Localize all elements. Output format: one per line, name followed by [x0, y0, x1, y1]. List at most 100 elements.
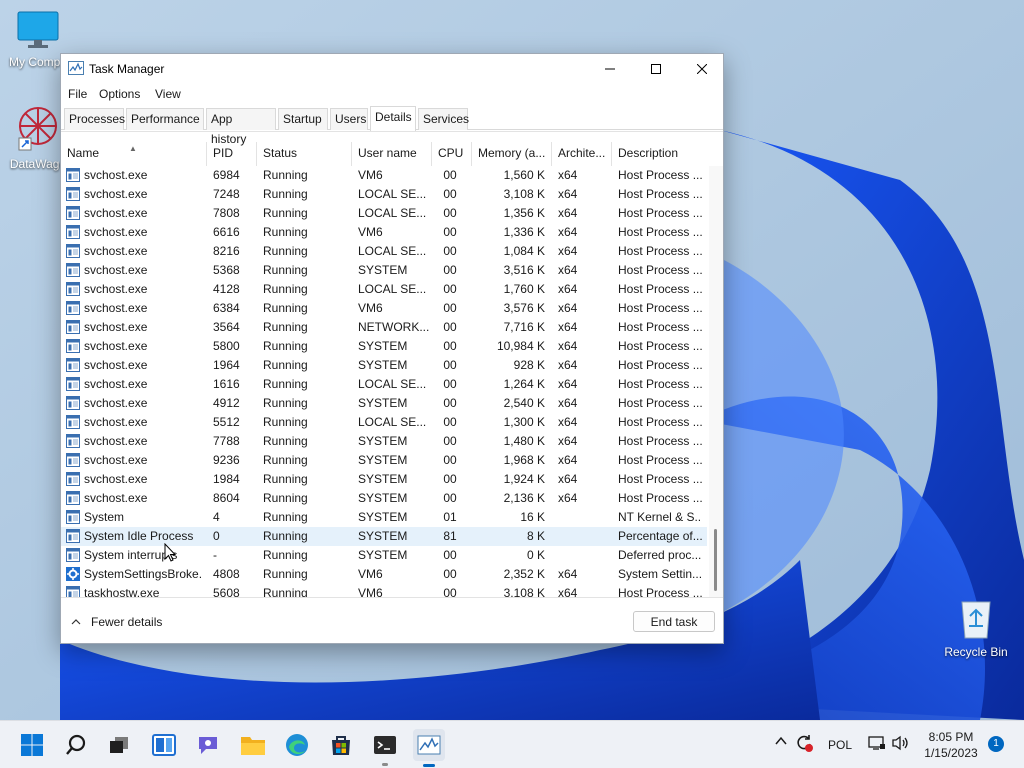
process-user: SYSTEM [358, 510, 408, 524]
process-architecture: x64 [558, 358, 578, 372]
taskbar-file-explorer-button[interactable] [237, 729, 269, 761]
process-description: Host Process ... [618, 244, 702, 258]
desktop-icon-recycle-bin[interactable]: Recycle Bin [936, 596, 1016, 659]
show-hidden-icons-button[interactable] [774, 734, 788, 751]
taskbar-search-button[interactable] [60, 729, 92, 761]
process-memory: 3,108 K [503, 586, 545, 597]
maximize-icon [651, 64, 661, 74]
process-architecture [558, 546, 604, 565]
fewer-details-toggle[interactable]: Fewer details [71, 613, 162, 631]
clock-time: 8:05 PM [928, 730, 974, 744]
process-name: svchost.exe [84, 453, 148, 467]
language-indicator[interactable]: POL [828, 738, 852, 752]
table-row[interactable]: svchost.exe 3564 Running NETWORK... 00 7,716 … [61, 318, 707, 337]
clock[interactable]: 8:05 PM 1/15/2023 [920, 729, 982, 761]
process-architecture: x64 [558, 187, 578, 201]
table-row[interactable]: svchost.exe 6384 Running VM6 00 3,576 K x64 Hos… [61, 299, 707, 318]
menu-file[interactable]: File [68, 87, 87, 101]
table-row[interactable]: svchost.exe 5368 Running SYSTEM 00 3,516 K x64… [61, 261, 707, 280]
process-memory: 1,760 K [503, 282, 545, 296]
process-pid: 4 [213, 510, 220, 524]
details-table: ▲ Name PID Status User name CPU Memory (… [61, 131, 723, 597]
tab-startup[interactable]: Startup [278, 108, 328, 130]
column-header-cpu[interactable]: CPU [432, 142, 472, 166]
tab-app-history[interactable]: App history [206, 108, 276, 146]
column-header-description[interactable]: Description [612, 142, 707, 166]
table-row[interactable]: taskhostw.exe 5608 Running VM6 00 3,108 K x64 H… [61, 584, 707, 597]
column-header-pid[interactable]: PID [207, 142, 257, 166]
taskbar-start-button[interactable] [16, 729, 48, 761]
table-row[interactable]: svchost.exe 1964 Running SYSTEM 00 928 K x64 Ho… [61, 356, 707, 375]
table-row[interactable]: svchost.exe 8604 Running SYSTEM 00 2,136 K x64… [61, 489, 707, 508]
notification-badge[interactable]: 1 [988, 736, 1004, 752]
table-row[interactable]: svchost.exe 5512 Running LOCAL SE... 00 1,300… [61, 413, 707, 432]
maximize-button[interactable] [633, 54, 679, 84]
taskbar-widgets-button[interactable] [148, 729, 180, 761]
process-architecture: x64 [558, 225, 578, 239]
process-cpu: 01 [443, 510, 457, 524]
end-task-button[interactable]: End task [633, 611, 715, 632]
process-status: Running [263, 548, 308, 562]
process-memory: 928 K [513, 358, 545, 372]
process-icon [66, 282, 80, 296]
process-architecture: x64 [558, 586, 578, 597]
table-row[interactable]: svchost.exe 9236 Running SYSTEM 00 1,968 K x64… [61, 451, 707, 470]
tab-performance[interactable]: Performance [126, 108, 204, 130]
title-bar[interactable]: Task Manager [61, 54, 723, 84]
table-row[interactable]: svchost.exe 1984 Running SYSTEM 00 1,924 K x64… [61, 470, 707, 489]
menu-view[interactable]: View [155, 87, 181, 101]
process-architecture: x64 [558, 377, 578, 391]
table-row[interactable]: svchost.exe 5800 Running SYSTEM 00 10,984 K x6… [61, 337, 707, 356]
process-memory: 3,576 K [503, 301, 545, 315]
vertical-scrollbar[interactable] [709, 166, 723, 597]
volume-button[interactable] [892, 735, 910, 754]
taskbar-task-manager-button[interactable] [413, 729, 445, 767]
tab-services[interactable]: Services [418, 108, 469, 130]
tab-users[interactable]: Users [330, 108, 368, 130]
taskbar-task-view-button[interactable] [103, 729, 135, 761]
table-row[interactable]: svchost.exe 7808 Running LOCAL SE... 00 1,356… [61, 204, 707, 223]
process-user: VM6 [358, 225, 383, 239]
process-icon [66, 187, 80, 201]
minimize-button[interactable] [587, 54, 633, 84]
table-row[interactable]: svchost.exe 6616 Running VM6 00 1,336 K x64 Hos… [61, 223, 707, 242]
table-row[interactable]: svchost.exe 8216 Running LOCAL SE... 00 1,084… [61, 242, 707, 261]
table-row[interactable]: svchost.exe 1616 Running LOCAL SE... 00 1,264… [61, 375, 707, 394]
taskbar-terminal-button[interactable] [369, 729, 401, 766]
table-row[interactable]: System Idle Process 0 Running SYSTEM 81 8 K Pe… [61, 527, 707, 546]
table-row[interactable]: System 4 Running SYSTEM 01 16 K NT Kernel & S.… [61, 508, 707, 527]
taskbar-chat-button[interactable] [192, 729, 224, 761]
update-status-button[interactable] [794, 733, 814, 756]
process-icon [66, 529, 80, 543]
process-pid: 4128 [213, 282, 240, 296]
tab-details[interactable]: Details [370, 106, 416, 131]
table-row[interactable]: svchost.exe 7788 Running SYSTEM 00 1,480 K x64… [61, 432, 707, 451]
taskbar-edge-button[interactable] [281, 729, 313, 761]
scrollbar-thumb[interactable] [714, 529, 717, 591]
table-row[interactable]: svchost.exe 6984 Running VM6 00 1,560 K x64 Hos… [61, 166, 707, 185]
process-architecture: x64 [558, 472, 578, 486]
table-row[interactable]: svchost.exe 4912 Running SYSTEM 00 2,540 K x64… [61, 394, 707, 413]
tab-processes[interactable]: Processes [64, 108, 125, 130]
process-name: svchost.exe [84, 263, 148, 277]
table-row[interactable]: svchost.exe 7248 Running LOCAL SE... 00 3,108… [61, 185, 707, 204]
network-button[interactable] [868, 735, 886, 754]
close-button[interactable] [679, 54, 725, 84]
process-memory: 1,480 K [503, 434, 545, 448]
column-header-name[interactable]: Name [61, 142, 207, 166]
menu-options[interactable]: Options [99, 87, 140, 101]
table-row[interactable]: SystemSettingsBroke... 4808 Running VM6 00 2,… [61, 565, 707, 584]
table-row[interactable]: System interrupts - Running SYSTEM 00 0 K Defe… [61, 546, 707, 565]
process-name: svchost.exe [84, 377, 148, 391]
process-cpu: 00 [443, 358, 457, 372]
column-header-memory[interactable]: Memory (a... [472, 142, 552, 166]
process-cpu: 00 [443, 434, 457, 448]
process-description: Host Process ... [618, 339, 702, 353]
column-header-architecture[interactable]: Archite... [552, 142, 612, 166]
table-row[interactable]: svchost.exe 4128 Running LOCAL SE... 00 1,760… [61, 280, 707, 299]
column-headers: ▲ Name PID Status User name CPU Memory (… [61, 142, 707, 166]
close-icon [697, 64, 707, 74]
column-header-user-name[interactable]: User name [352, 142, 432, 166]
column-header-status[interactable]: Status [257, 142, 352, 166]
taskbar-store-button[interactable] [325, 729, 357, 761]
